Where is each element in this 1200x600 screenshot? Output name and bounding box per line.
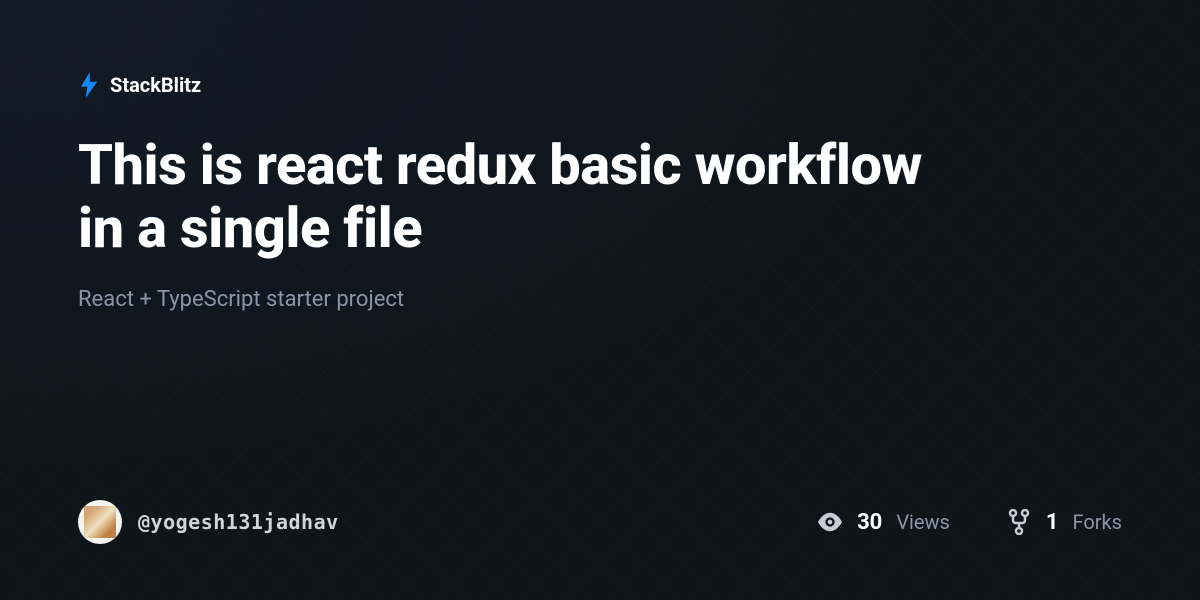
forks-stat: 1 Forks: [1006, 509, 1122, 535]
forks-count: 1: [1046, 510, 1059, 535]
brand-name: StackBlitz: [110, 73, 201, 97]
forks-label: Forks: [1073, 510, 1123, 534]
eye-icon: [817, 509, 843, 535]
views-label: Views: [896, 510, 950, 534]
brand-header: StackBlitz: [78, 72, 1122, 98]
card-footer: Slam Book @yogesh131jadhav 30 Views: [78, 500, 1122, 600]
fork-icon: [1006, 509, 1032, 535]
project-subtitle: React + TypeScript starter project: [78, 287, 1122, 312]
lightning-bolt-icon: [78, 72, 100, 98]
project-title: This is react redux basic workflow in a …: [78, 134, 978, 259]
views-count: 30: [857, 510, 882, 535]
social-card: StackBlitz This is react redux basic wor…: [0, 0, 1200, 600]
author-section[interactable]: Slam Book @yogesh131jadhav: [78, 500, 339, 544]
avatar: Slam Book: [78, 500, 122, 544]
stats-section: 30 Views 1 Forks: [817, 509, 1122, 535]
author-username: @yogesh131jadhav: [138, 510, 339, 534]
views-stat: 30 Views: [817, 509, 950, 535]
